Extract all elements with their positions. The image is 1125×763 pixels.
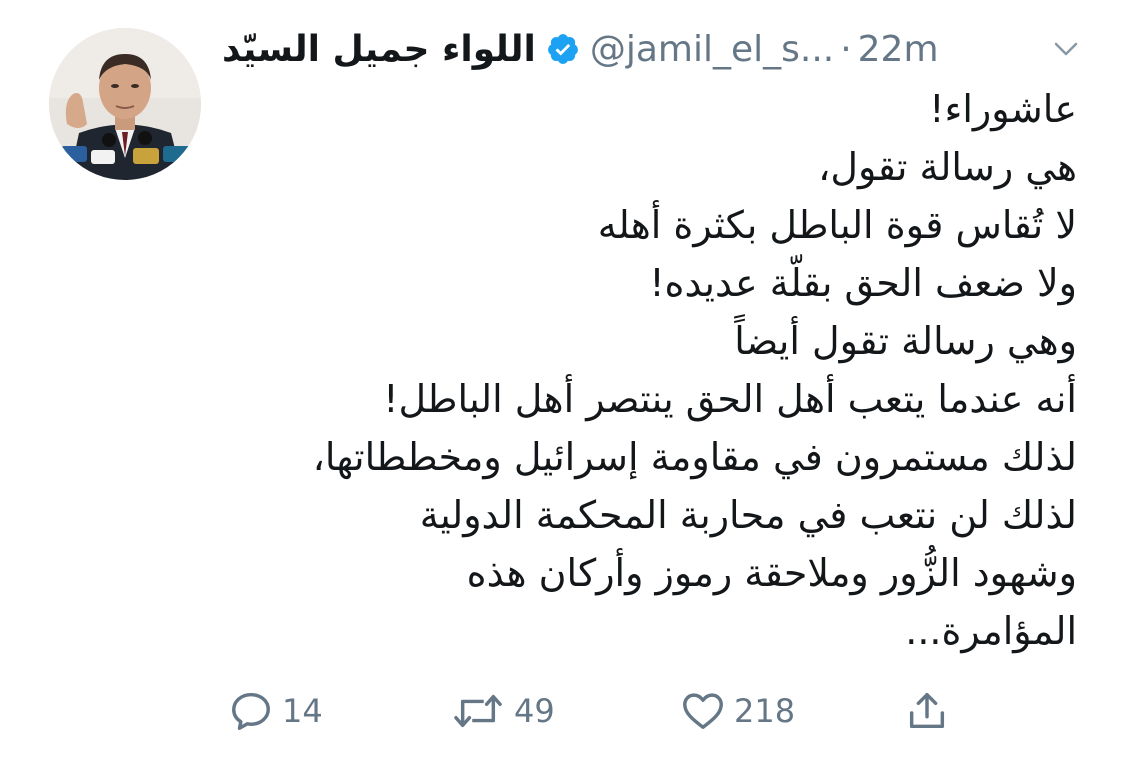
tweet-actions: 14 49 218 (228, 686, 988, 736)
retweet-button[interactable]: 49 (450, 686, 555, 736)
like-count: 218 (734, 692, 796, 730)
reply-count: 14 (282, 692, 323, 730)
author-display-name[interactable]: اللواء جميل السيّد (222, 29, 536, 70)
share-button[interactable] (904, 686, 950, 736)
share-icon (909, 692, 945, 729)
tweet-text: عاشوراء! هي رسالة تقول، لا تُقاس قوة الب… (222, 80, 1077, 660)
tweet-text-line: لا تُقاس قوة الباطل بكثرة أهله (597, 203, 1077, 247)
tweet-timestamp[interactable]: 22m (858, 29, 939, 70)
tweet-text-line: لذلك لن نتعب في محاربة المحكمة الدولية (419, 493, 1077, 537)
heart-icon (683, 693, 723, 730)
tweet-text-line: عاشوراء! (929, 87, 1077, 131)
retweet-icon (454, 694, 502, 728)
tweet-text-line: أنه عندما يتعب أهل الحق ينتصر أهل الباطل… (383, 377, 1077, 421)
tweet-header: اللواء جميل السيّد @jamil_el_s... · 22m (222, 22, 1081, 76)
chevron-down-icon[interactable] (1051, 34, 1081, 64)
avatar-image (49, 28, 201, 180)
retweet-count: 49 (514, 692, 555, 730)
reply-button[interactable]: 14 (228, 686, 323, 736)
verified-badge-icon (547, 34, 578, 64)
author-handle[interactable]: @jamil_el_s... (590, 29, 834, 70)
separator-dot: · (840, 28, 852, 70)
tweet-text-line: المؤامرة... (905, 609, 1077, 653)
tweet[interactable]: اللواء جميل السيّد @jamil_el_s... · 22m … (0, 0, 1125, 763)
avatar[interactable] (49, 28, 201, 180)
reply-icon (232, 692, 270, 730)
like-button[interactable]: 218 (680, 686, 795, 736)
tweet-text-line: وهي رسالة تقول أيضاً (734, 319, 1077, 363)
tweet-text-line: وشهود الزُّور وملاحقة رموز وأركان هذه (466, 551, 1077, 595)
tweet-text-line: هي رسالة تقول، (818, 145, 1077, 189)
tweet-text-line: لذلك مستمرون في مقاومة إسرائيل ومخططاتها… (312, 435, 1077, 479)
tweet-text-line: ولا ضعف الحق بقلّة عديده! (649, 261, 1077, 305)
